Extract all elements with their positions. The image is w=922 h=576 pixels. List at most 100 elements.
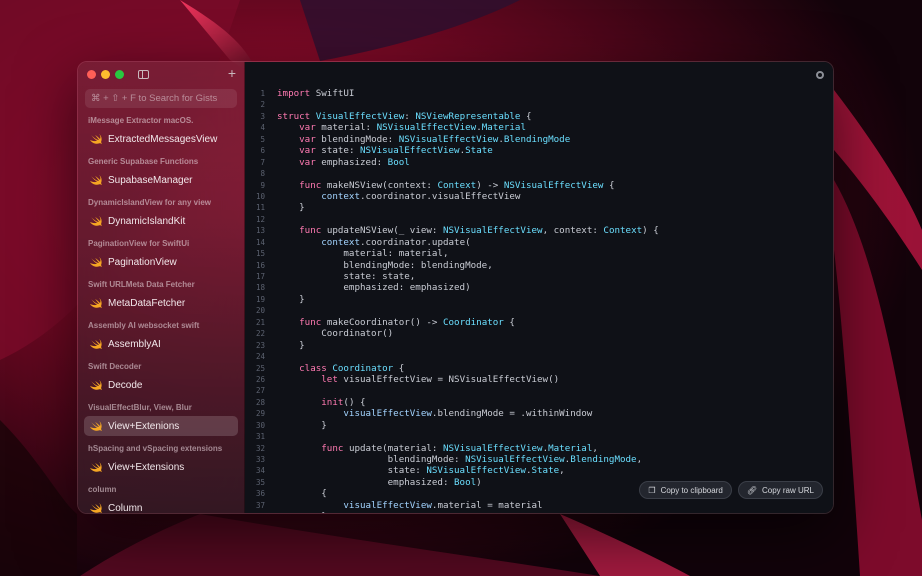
code-token: : [404,110,416,122]
code-token: Context [437,179,477,191]
gist-item[interactable]: Decode [84,375,238,395]
swift-icon [90,339,102,349]
line-number: 6 [260,146,265,156]
code-token: State [531,465,560,477]
code-text: blendingMode: NSVisualEffectView.Blendin… [273,454,643,465]
code-token: } [277,339,305,351]
gist-item-label: View+Extenions [108,420,180,432]
code-text: class Coordinator { [273,363,404,374]
code-line: 32 func update(material: NSVisualEffectV… [245,443,833,454]
traffic-maximize-icon[interactable] [115,70,124,79]
line-number: 10 [255,191,265,201]
line-number: 30 [255,420,265,430]
code-line: 15 material: material, [245,248,833,259]
code-text: import SwiftUI [273,88,354,99]
code-token: init [321,396,344,408]
gist-item-label: AssemblyAI [108,338,161,350]
code-token: material: material, [277,248,449,260]
gist-item[interactable]: View+Extenions [84,416,238,436]
copy-to-clipboard-button[interactable]: ❐ Copy to clipboard [639,481,732,499]
gist-item[interactable]: AssemblyAI [84,334,238,354]
code-token: NSVisualEffectView [503,179,604,191]
gist-group-title: VisualEffectBlur, View, Blur [88,403,192,412]
line-number: 20 [255,306,265,316]
code-token: NSVisualEffectView [442,442,543,454]
code-text: state: NSVisualEffectView.State, [273,465,565,476]
code-token: NSVisualEffectView [426,465,526,477]
gist-item[interactable]: MetaDataFetcher [84,293,238,313]
code-line: 38 } [245,511,833,513]
code-text: blendingMode: blendingMode, [273,260,492,271]
gist-list: iMessage Extractor macOS. ExtractedMessag… [78,114,244,514]
copy-raw-url-button[interactable]: 🔗︎ Copy raw URL [737,481,823,499]
code-token: .material = material [431,499,543,511]
sidebar-toggle-icon[interactable] [138,70,149,79]
gist-item-label: Column [108,502,143,514]
code-token: emphasized: [315,156,388,168]
code-text: var state: NSVisualEffectView.State [273,145,493,156]
code-token: context [321,236,360,248]
gist-item[interactable]: DynamicIslandKit [84,211,238,231]
code-token: BlendingMode [503,133,571,145]
line-number: 1 [260,89,265,98]
settings-icon[interactable] [816,71,824,79]
code-token: Material [548,442,593,454]
code-token: emphasized: [277,476,455,488]
code-token: ) [476,476,482,488]
gist-item-label: ExtractedMessagesView [108,133,218,145]
code-token: blendingMode: [277,454,466,465]
plus-icon[interactable]: + [228,66,236,80]
search-field[interactable]: ⌘ + ⇧ + F to Search for Gists [85,89,237,108]
traffic-close-icon[interactable] [87,70,96,79]
swift-icon [90,421,102,431]
gist-group-title: Swift Decoder [88,362,142,371]
code-line: 37 visualEffectView.material = material [245,500,833,511]
code-token: visualEffectView [343,408,432,420]
code-line: 1 import SwiftUI [245,88,833,99]
gist-item[interactable]: SupabaseManager [84,170,238,190]
code-view[interactable]: 1 import SwiftUI 2 3 struct VisualEffectView… [245,88,833,513]
line-number: 23 [255,340,265,350]
code-line: 30 } [245,420,833,431]
code-token: Bool [454,476,477,488]
gist-item[interactable]: Column [84,498,238,514]
code-text: func updateNSView(_ view: NSVisualEffect… [273,225,659,236]
line-number: 14 [255,237,265,247]
code-token: ) { [642,225,659,237]
copy-to-clipboard-label: Copy to clipboard [660,485,723,495]
code-line: 21 func makeCoordinator() -> Coordinator… [245,317,833,328]
code-line: 17 state: state, [245,271,833,282]
swift-icon [90,380,102,390]
code-token: blendingMode: [315,133,399,145]
line-number: 7 [260,157,265,167]
code-editor[interactable]: 1 import SwiftUI 2 3 struct VisualEffectView… [245,62,833,513]
code-token: var [299,133,316,145]
gist-group-title: column [88,485,117,494]
code-text: visualEffectView.blendingMode = .withinW… [273,408,592,419]
code-token: NSVisualEffectView [398,133,499,145]
gist-item[interactable]: View+Extensions [84,457,238,477]
code-line: 13 func updateNSView(_ view: NSVisualEff… [245,225,833,236]
gist-item-label: MetaDataFetcher [108,297,186,309]
gist-item[interactable]: ExtractedMessagesView [84,129,238,149]
gist-group-title: PaginationView for SwiftUi [88,239,190,248]
code-token: { [603,179,615,191]
code-line: 11 } [245,202,833,213]
code-text: } [273,420,327,431]
gist-item[interactable]: PaginationView [84,252,238,272]
line-number: 27 [255,386,265,396]
code-line: 24 [245,351,833,362]
line-number: 33 [255,455,265,464]
line-number: 3 [260,111,265,121]
line-number: 37 [255,500,265,510]
code-text: emphasized: Bool) [273,477,482,488]
swift-icon [90,175,102,185]
code-text: state: state, [273,271,415,282]
traffic-minimize-icon[interactable] [101,70,110,79]
